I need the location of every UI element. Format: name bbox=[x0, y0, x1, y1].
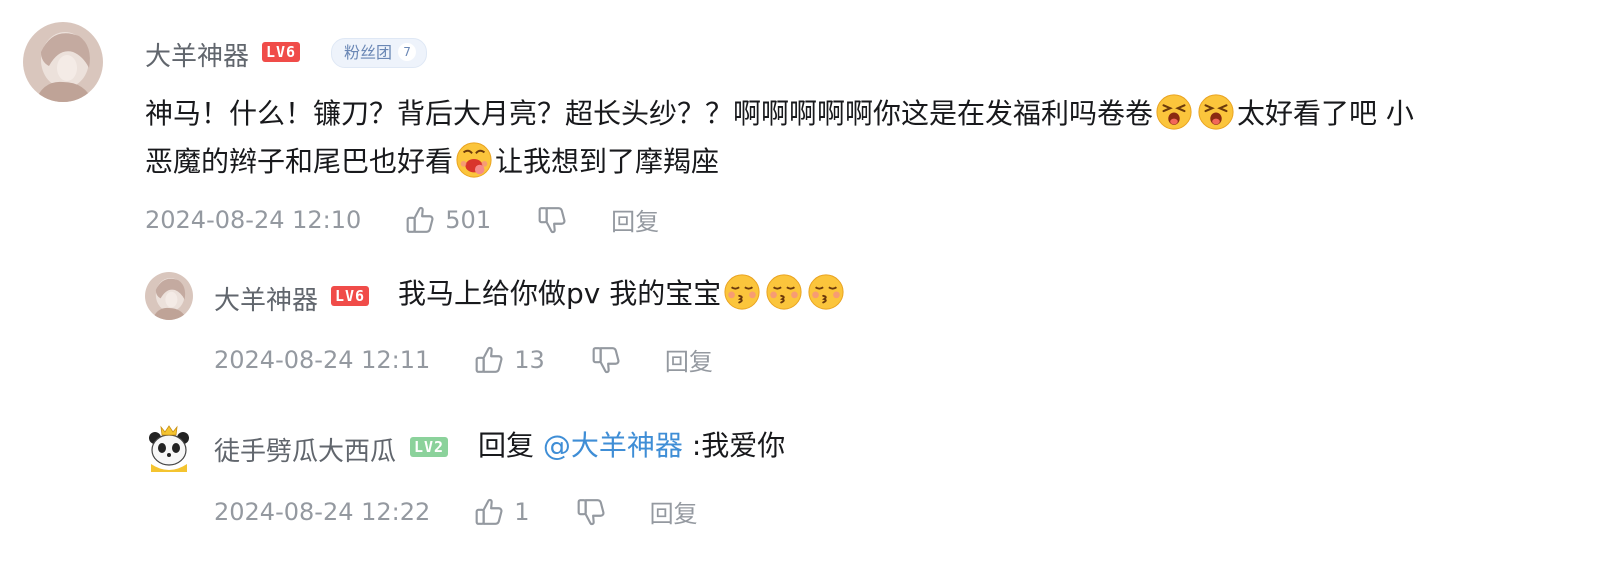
user-level-badge: LV6 bbox=[331, 286, 370, 306]
reply-button[interactable]: 回复 bbox=[611, 202, 659, 237]
fan-club-badge[interactable]: 粉丝团 7 bbox=[331, 38, 428, 68]
grinning-squint-emoji-icon bbox=[1197, 93, 1235, 131]
dislike-button[interactable] bbox=[576, 497, 606, 527]
reply-item: 大羊神器 LV6 我马上给你做pv 我的宝宝 2024-08-24 12:11 … bbox=[0, 250, 1600, 390]
thumb-up-icon bbox=[474, 497, 504, 527]
reply-text: 我马上给你做pv 我的宝宝 bbox=[398, 270, 847, 318]
comment-text-part-1: 神马！什么！镰刀？背后大月亮？超长头纱？？啊啊啊啊啊你这是在发福利吗卷卷 bbox=[145, 97, 1154, 130]
comment-text-part-2: 太好看了吧 小 bbox=[1237, 97, 1414, 130]
reply-button[interactable]: 回复 bbox=[650, 494, 698, 529]
thumb-down-icon bbox=[576, 497, 606, 527]
reply-prefix: 回复 bbox=[478, 429, 535, 462]
kissing-emoji-icon bbox=[765, 273, 803, 311]
user-level-badge: LV2 bbox=[410, 437, 449, 457]
like-count: 1 bbox=[514, 497, 530, 526]
username[interactable]: 大羊神器 bbox=[214, 280, 318, 317]
avatar[interactable] bbox=[23, 22, 103, 102]
like-button[interactable]: 501 bbox=[405, 205, 491, 235]
dislike-button[interactable] bbox=[591, 345, 621, 375]
reply-meta: 2024-08-24 12:11 13 回复 bbox=[214, 342, 713, 377]
drooling-emoji-icon bbox=[455, 141, 493, 179]
avatar[interactable] bbox=[145, 424, 193, 472]
mention-link[interactable]: @大羊神器 bbox=[543, 429, 683, 462]
reply-time: 2024-08-24 12:22 bbox=[214, 497, 431, 526]
fan-club-level: 7 bbox=[398, 43, 417, 61]
thumb-up-icon bbox=[405, 205, 435, 235]
reply-button[interactable]: 回复 bbox=[665, 342, 713, 377]
main-comment: 大羊神器 LV6 粉丝团 7 神马！什么！镰刀？背后大月亮？超长头纱？？啊啊啊啊啊… bbox=[0, 0, 1600, 250]
username[interactable]: 大羊神器 bbox=[145, 36, 249, 73]
like-button[interactable]: 1 bbox=[474, 497, 530, 527]
like-count: 13 bbox=[514, 345, 545, 374]
comment-text-part-4: 让我想到了摩羯座 bbox=[495, 145, 720, 178]
comment-text: 神马！什么！镰刀？背后大月亮？超长头纱？？啊啊啊啊啊你这是在发福利吗卷卷 太好看了… bbox=[145, 90, 1565, 186]
kissing-emoji-icon bbox=[723, 273, 761, 311]
reply-item: 徒手劈瓜大西瓜 LV2 回复 @大羊神器 :我爱你 2024-08-24 12:… bbox=[0, 400, 1600, 550]
username[interactable]: 徒手劈瓜大西瓜 bbox=[214, 431, 396, 468]
like-button[interactable]: 13 bbox=[474, 345, 545, 375]
reply-text-content: :我爱你 bbox=[691, 429, 786, 462]
comment-meta: 2024-08-24 12:10 501 回复 bbox=[145, 202, 659, 237]
user-level-badge: LV6 bbox=[262, 42, 301, 62]
dislike-button[interactable] bbox=[537, 205, 567, 235]
reply-meta: 2024-08-24 12:22 1 回复 bbox=[214, 494, 698, 529]
panda-avatar-icon bbox=[145, 424, 193, 472]
comment-text-part-3: 恶魔的辫子和尾巴也好看 bbox=[145, 145, 454, 178]
fan-club-label: 粉丝团 bbox=[344, 43, 393, 62]
reply-text-content: 我马上给你做pv 我的宝宝 bbox=[398, 277, 722, 310]
user-avatar-icon bbox=[23, 22, 103, 102]
thumb-down-icon bbox=[537, 205, 567, 235]
comment-time: 2024-08-24 12:10 bbox=[145, 205, 362, 234]
user-avatar-icon bbox=[145, 272, 193, 320]
reply-time: 2024-08-24 12:11 bbox=[214, 345, 431, 374]
like-count: 501 bbox=[445, 205, 492, 234]
reply-text: 回复 @大羊神器 :我爱你 bbox=[478, 422, 785, 470]
thumb-down-icon bbox=[591, 345, 621, 375]
thumb-up-icon bbox=[474, 345, 504, 375]
kissing-emoji-icon bbox=[807, 273, 845, 311]
avatar[interactable] bbox=[145, 272, 193, 320]
grinning-squint-emoji-icon bbox=[1155, 93, 1193, 131]
